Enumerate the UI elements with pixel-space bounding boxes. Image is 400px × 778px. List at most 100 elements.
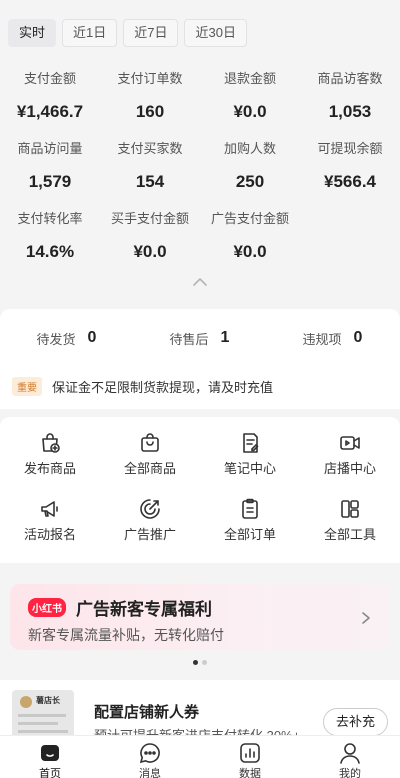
- stat-value: ¥0.0: [133, 242, 167, 261]
- merchant-dashboard: 实时 近1日 近7日 近30日 支付金额 ¥1,466.7 支付订单数 160 …: [0, 0, 400, 778]
- carousel-indicator: [0, 660, 400, 665]
- nav-profile[interactable]: 我的: [300, 736, 400, 778]
- banner-subtitle: 新客专属流量补贴，无转化赔付: [28, 627, 224, 643]
- clipboard-icon: [242, 498, 258, 519]
- message-icon: [139, 743, 160, 764]
- order-label: 违规项: [302, 331, 342, 347]
- nav-label: 我的: [339, 768, 361, 778]
- stat-value: 250: [235, 172, 265, 191]
- deposit-notice[interactable]: 重要 保证金不足限制货款提现，请及时充值: [12, 377, 273, 396]
- tool-label: 全部工具: [323, 527, 376, 542]
- stat-label: 退款金额: [223, 71, 276, 86]
- tool-label: 发布商品: [23, 461, 76, 476]
- video-icon: [340, 436, 360, 450]
- thumb-line: [18, 714, 66, 717]
- nav-label: 数据: [239, 768, 261, 778]
- stat-label: 广告支付金额: [210, 211, 289, 226]
- coupon-title: 配置店铺新人券: [94, 704, 200, 721]
- tab-last-1-day[interactable]: 近1日: [62, 19, 118, 47]
- stat-value: 154: [135, 172, 165, 191]
- thumb-line: [18, 722, 58, 725]
- tab-realtime[interactable]: 实时: [8, 19, 57, 47]
- tool-label: 广告推广: [123, 527, 176, 542]
- promo-carousel: 小红书 广告新客专属福利 新客专属流量补贴，无转化赔付: [0, 571, 400, 680]
- stat-label: 支付订单数: [117, 71, 183, 86]
- stats-row: 支付金额 ¥1,466.7 支付订单数 160 退款金额 ¥0.0 商品访客数 …: [0, 70, 400, 140]
- data-icon: [240, 743, 260, 763]
- stat-product-views[interactable]: 商品访问量 1,579: [0, 140, 100, 210]
- time-range-tabs: 实时 近1日 近7日 近30日: [8, 19, 247, 47]
- stat-label: 支付买家数: [117, 141, 183, 156]
- store-avatar: [20, 696, 32, 708]
- chevron-up-icon[interactable]: [192, 276, 208, 288]
- stat-refund-amount[interactable]: 退款金额 ¥0.0: [200, 70, 300, 140]
- tool-label: 活动报名: [23, 527, 76, 542]
- tool-row: 发布商品 全部商品 笔记中心 店播中心: [0, 417, 400, 483]
- stat-buyer-pay-amount[interactable]: 买手支付金额 ¥0.0: [100, 210, 200, 280]
- order-pending-shipment[interactable]: 待发货 0: [0, 329, 133, 348]
- tab-last-30-days[interactable]: 近30日: [184, 19, 247, 47]
- order-count: 1: [220, 329, 230, 346]
- stats-grid: 支付金额 ¥1,466.7 支付订单数 160 退款金额 ¥0.0 商品访客数 …: [0, 70, 400, 280]
- tool-note-center[interactable]: 笔记中心: [200, 417, 300, 483]
- profile-icon: [340, 743, 360, 764]
- thumb-store-name: 薯店长: [36, 696, 60, 705]
- megaphone-icon: [41, 501, 58, 517]
- tool-row: 活动报名 广告推广 全部订单 全部工具: [0, 483, 400, 549]
- order-status-card: 待发货 0 待售后 1 违规项 0 重要 保证金不足限制货款提现，请及时充值: [0, 309, 400, 409]
- nav-label: 首页: [39, 768, 61, 778]
- stat-withdrawable-balance[interactable]: 可提现余额 ¥566.4: [300, 140, 400, 210]
- home-icon: [41, 745, 59, 761]
- go-complete-button[interactable]: 去补充: [322, 708, 388, 736]
- carousel-dot[interactable]: [202, 660, 207, 665]
- stat-label: 支付金额: [23, 71, 76, 86]
- stat-label: 买手支付金额: [110, 211, 189, 226]
- order-violations[interactable]: 违规项 0: [266, 329, 399, 348]
- tool-all-products[interactable]: 全部商品: [100, 417, 200, 483]
- nav-home[interactable]: 首页: [0, 736, 100, 778]
- tool-label: 全部订单: [223, 527, 276, 542]
- stat-conversion-rate[interactable]: 支付转化率 14.6%: [0, 210, 100, 280]
- stat-paying-buyers[interactable]: 支付买家数 154: [100, 140, 200, 210]
- stat-label: 支付转化率: [17, 211, 83, 226]
- tool-live-center[interactable]: 店播中心: [300, 417, 400, 483]
- tool-ad-promotion[interactable]: 广告推广: [100, 483, 200, 549]
- publish-product-icon: [42, 433, 60, 453]
- tab-last-7-days[interactable]: 近7日: [123, 19, 179, 47]
- stat-add-to-cart[interactable]: 加购人数 250: [200, 140, 300, 210]
- notice-text: 保证金不足限制货款提现，请及时充值: [52, 380, 274, 395]
- tool-all-orders[interactable]: 全部订单: [200, 483, 300, 549]
- stat-value: ¥0.0: [233, 242, 267, 261]
- tool-label: 笔记中心: [223, 461, 276, 476]
- chevron-right-icon: [362, 612, 370, 624]
- stat-product-visitors[interactable]: 商品访客数 1,053: [300, 70, 400, 140]
- bottom-nav: 首页 消息 数据 我的: [0, 735, 400, 778]
- coupon-preview-thumbnail: 薯店长: [12, 690, 74, 740]
- stats-row: 支付转化率 14.6% 买手支付金额 ¥0.0 广告支付金额 ¥0.0: [0, 210, 400, 280]
- order-label: 待发货: [36, 331, 76, 347]
- stat-ad-pay-amount[interactable]: 广告支付金额 ¥0.0: [200, 210, 300, 280]
- carousel-dot-active[interactable]: [193, 660, 198, 665]
- promotion-icon: [140, 499, 160, 519]
- stat-label: 加购人数: [223, 141, 276, 156]
- banner-title: 广告新客专属福利: [76, 600, 212, 619]
- stat-value: 1,579: [28, 172, 72, 191]
- order-label: 待售后: [169, 331, 209, 347]
- tool-event-signup[interactable]: 活动报名: [0, 483, 100, 549]
- order-count: 0: [353, 329, 363, 346]
- nav-data[interactable]: 数据: [200, 736, 300, 778]
- stat-pay-orders[interactable]: 支付订单数 160: [100, 70, 200, 140]
- order-count: 0: [87, 329, 97, 346]
- tool-all-tools[interactable]: 全部工具: [300, 483, 400, 549]
- grid-icon: [341, 500, 359, 518]
- stat-value: ¥566.4: [324, 172, 376, 191]
- stat-label: 可提现余额: [317, 141, 383, 156]
- nav-messages[interactable]: 消息: [100, 736, 200, 778]
- stat-value: ¥1,466.7: [16, 102, 84, 121]
- tool-publish-product[interactable]: 发布商品: [0, 417, 100, 483]
- nav-label: 消息: [139, 768, 161, 778]
- order-pending-after-sale[interactable]: 待售后 1: [133, 329, 266, 348]
- stat-pay-amount[interactable]: 支付金额 ¥1,466.7: [0, 70, 100, 140]
- ad-welfare-banner[interactable]: 小红书 广告新客专属福利 新客专属流量补贴，无转化赔付: [10, 584, 390, 650]
- tools-grid: 发布商品 全部商品 笔记中心 店播中心 活动报名 广告推广 全部订单 全部工具: [0, 417, 400, 563]
